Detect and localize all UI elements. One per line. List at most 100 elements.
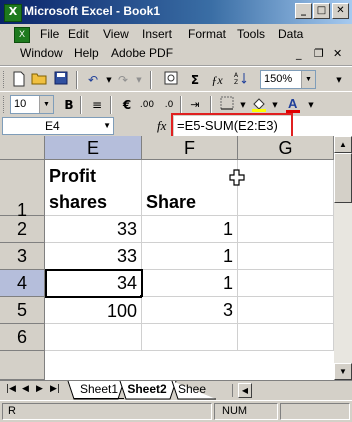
cell-e1-line2: shares	[49, 192, 108, 212]
cell-g6[interactable]	[238, 324, 334, 351]
select-all-corner[interactable]	[0, 136, 45, 160]
autosum-icon[interactable]: Σ	[186, 71, 204, 89]
row-header-5[interactable]: 5	[0, 297, 45, 324]
toolbar-options-icon[interactable]: ▼	[330, 71, 348, 89]
fill-color-dropdown-icon[interactable]: ▼	[266, 96, 284, 114]
sheet-tab-sheet2[interactable]: Sheet2	[124, 381, 170, 399]
menu-insert[interactable]: Insert	[142, 27, 172, 41]
cell-f5[interactable]: 3	[142, 297, 238, 324]
insert-function-icon[interactable]: fx	[157, 118, 166, 134]
cell-e1[interactable]: Profit shares	[45, 160, 142, 216]
status-bar: R NUM	[0, 400, 352, 422]
minimize-button[interactable]: _	[295, 3, 312, 19]
row-header-3[interactable]: 3	[0, 243, 45, 270]
prev-sheet-icon[interactable]: ◀	[22, 384, 29, 394]
cell-f4[interactable]: 1	[143, 270, 238, 297]
zoom-select[interactable]: 150% ▼	[260, 70, 316, 89]
scroll-down-icon[interactable]: ▼	[334, 363, 352, 380]
chevron-down-icon: ▼	[39, 96, 53, 113]
column-header-g[interactable]: G	[238, 136, 334, 160]
align-justify-icon[interactable]: ≡	[88, 96, 106, 114]
vertical-scrollbar[interactable]: ▲ ▼	[334, 136, 352, 380]
cell-f3[interactable]: 1	[142, 243, 238, 270]
scroll-thumb[interactable]	[334, 153, 352, 203]
cell-f2[interactable]: 1	[142, 216, 238, 243]
excel-app-icon[interactable]: X	[4, 4, 22, 22]
cell-f6[interactable]	[142, 324, 238, 351]
cell-e2[interactable]: 33	[45, 216, 142, 243]
cell-e3[interactable]: 33	[45, 243, 142, 270]
cell-f1[interactable]: Share	[142, 160, 238, 216]
toolbar-grip[interactable]	[3, 96, 7, 113]
menu-view[interactable]: View	[103, 27, 129, 41]
decrease-decimal-icon[interactable]: .0	[160, 96, 178, 114]
cell-e6[interactable]	[45, 324, 142, 351]
svg-text:Z: Z	[234, 79, 238, 85]
row-header-7[interactable]	[0, 351, 45, 380]
workbook-close-button[interactable]: ✕	[333, 47, 342, 60]
menu-window[interactable]: Window	[20, 46, 63, 60]
toolbar-grip[interactable]	[3, 71, 7, 88]
cell-g4[interactable]	[238, 270, 334, 297]
last-sheet-icon[interactable]: ▶|	[50, 384, 60, 394]
zoom-value: 150%	[264, 73, 293, 85]
save-icon[interactable]	[52, 71, 70, 89]
name-box[interactable]: E4 ▼	[2, 117, 114, 135]
new-icon[interactable]	[10, 71, 28, 89]
redo-dropdown-icon[interactable]: ▼	[130, 71, 148, 89]
cell-cursor-icon	[229, 169, 245, 186]
workbook-restore-button[interactable]: ❐	[314, 47, 324, 60]
workbook-icon[interactable]: X	[14, 27, 30, 43]
maximize-button[interactable]: □	[313, 3, 330, 19]
font-color-icon[interactable]: A	[284, 96, 302, 114]
menu-adobe-pdf[interactable]: Adobe PDF	[111, 46, 173, 60]
menu-file[interactable]: File	[40, 27, 59, 41]
currency-icon[interactable]: €	[118, 96, 136, 114]
cell-g5[interactable]	[238, 297, 334, 324]
increase-decimal-icon[interactable]: .00	[138, 96, 156, 114]
menu-tools[interactable]: Tools	[237, 27, 265, 41]
menu-bar: X File Edit View Insert Format Tools Dat…	[0, 24, 352, 66]
column-header-e[interactable]: E	[45, 136, 142, 160]
row-header-6[interactable]: 6	[0, 324, 45, 351]
scroll-left-icon[interactable]: ◀	[238, 383, 252, 398]
insert-function-icon[interactable]: ƒx	[208, 71, 226, 89]
menu-format[interactable]: Format	[188, 27, 226, 41]
sheet-tab-sheet3[interactable]: Shee	[178, 381, 214, 399]
font-size-value: 10	[14, 98, 27, 110]
cell-g2[interactable]	[238, 216, 334, 243]
bold-icon[interactable]: B	[60, 96, 78, 114]
status-panel-main	[2, 403, 212, 420]
tab-split-handle[interactable]	[232, 384, 235, 397]
window-title: Microsoft Excel - Book1	[24, 4, 161, 18]
cell-g3[interactable]	[238, 243, 334, 270]
workbook-minimize-button[interactable]: _	[296, 47, 302, 60]
svg-text:A: A	[288, 96, 298, 111]
cell-e5[interactable]: 100	[45, 298, 142, 324]
sheet-tab-sheet1[interactable]: Sheet1	[74, 381, 124, 399]
row-header-2[interactable]: 2	[0, 216, 45, 243]
sort-icon[interactable]: AZ	[232, 71, 250, 89]
status-num-indicator: NUM	[222, 405, 248, 417]
status-ready-text: R	[8, 405, 16, 417]
indent-icon[interactable]: ⇥	[186, 96, 204, 114]
research-icon[interactable]	[162, 71, 180, 89]
sheet-tabs-bar: |◀ ◀ ▶ ▶| Sheet1 Sheet2 Shee ◀	[0, 380, 352, 400]
first-sheet-icon[interactable]: |◀	[6, 384, 16, 394]
name-box-value: E4	[45, 119, 60, 133]
open-icon[interactable]	[30, 71, 48, 89]
column-header-f[interactable]: F	[142, 136, 238, 160]
menu-edit[interactable]: Edit	[68, 27, 89, 41]
cell-g1[interactable]	[238, 160, 334, 216]
scroll-up-icon[interactable]: ▲	[334, 136, 352, 153]
font-size-select[interactable]: 10 ▼	[10, 95, 54, 114]
cell-e4-active[interactable]: 34	[45, 269, 143, 298]
formula-highlight-box	[171, 113, 293, 138]
row-header-1[interactable]: 1	[0, 160, 45, 220]
close-button[interactable]: ✕	[332, 3, 349, 19]
font-color-dropdown-icon[interactable]: ▼	[302, 96, 320, 114]
menu-data[interactable]: Data	[278, 27, 303, 41]
next-sheet-icon[interactable]: ▶	[36, 384, 43, 394]
row-header-4[interactable]: 4	[0, 270, 45, 297]
menu-help[interactable]: Help	[74, 46, 99, 60]
